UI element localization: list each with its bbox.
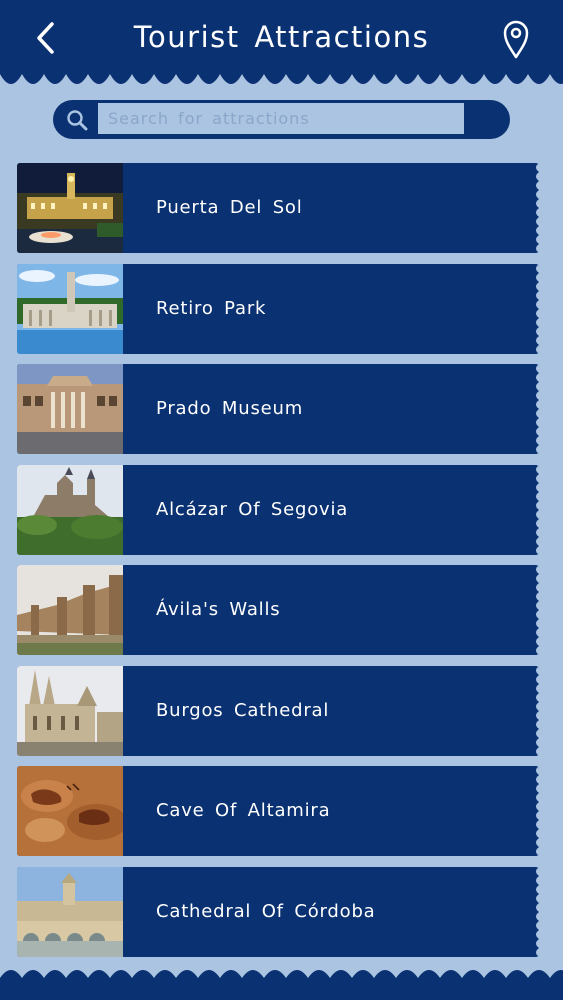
list-item[interactable]: Alcázar Of Segovia — [17, 464, 539, 555]
night-plaza-photo — [17, 163, 123, 253]
list-item[interactable]: Burgos Cathedral — [17, 665, 539, 756]
bridge-cathedral-photo — [17, 866, 123, 957]
scalloped-edge — [536, 364, 539, 454]
attraction-name: Prado Museum — [156, 398, 304, 419]
attraction-name: Cathedral Of Córdoba — [156, 900, 376, 922]
footer-wave-border — [0, 970, 563, 1000]
location-button[interactable] — [498, 18, 534, 60]
app-header: Tourist Attractions — [0, 0, 563, 74]
attraction-name: Puerta Del Sol — [156, 197, 303, 218]
close-icon — [535, 113, 549, 126]
page-title: Tourist Attractions — [133, 20, 430, 54]
attraction-name: Alcázar Of Segovia — [156, 498, 349, 520]
scalloped-edge — [536, 263, 539, 354]
list-item[interactable]: Cave Of Altamira — [17, 766, 539, 856]
monument-lake-photo — [17, 263, 123, 354]
list-item[interactable]: Prado Museum — [17, 364, 539, 454]
cave-painting-photo — [17, 766, 123, 856]
attraction-name: Retiro Park — [156, 297, 267, 319]
castle-photo — [17, 464, 123, 555]
attractions-list: Puerta Del Sol Retiro Park Prado Museum — [17, 163, 539, 967]
map-pin-icon — [503, 20, 529, 59]
museum-facade-photo — [17, 364, 123, 454]
scalloped-edge — [536, 163, 539, 253]
header-scallop-border — [0, 74, 563, 84]
list-item[interactable]: Cathedral Of Córdoba — [17, 866, 539, 957]
list-item[interactable]: Ávila's Walls — [17, 565, 539, 655]
gothic-cathedral-photo — [17, 665, 123, 756]
list-item[interactable]: Puerta Del Sol — [17, 163, 539, 253]
scalloped-edge — [536, 766, 539, 856]
magnifier-icon[interactable] — [65, 108, 89, 132]
clear-search-button[interactable] — [521, 100, 563, 139]
scalloped-edge — [536, 464, 539, 555]
scalloped-edge — [536, 866, 539, 957]
scalloped-edge — [536, 665, 539, 756]
attraction-name: Ávila's Walls — [156, 599, 281, 620]
attraction-name: Burgos Cathedral — [156, 699, 330, 721]
attraction-name: Cave Of Altamira — [156, 800, 331, 821]
scalloped-edge — [536, 565, 539, 655]
list-item[interactable]: Retiro Park — [17, 263, 539, 354]
city-walls-photo — [17, 565, 123, 655]
search-input[interactable] — [98, 103, 464, 134]
search-bar — [53, 100, 549, 139]
